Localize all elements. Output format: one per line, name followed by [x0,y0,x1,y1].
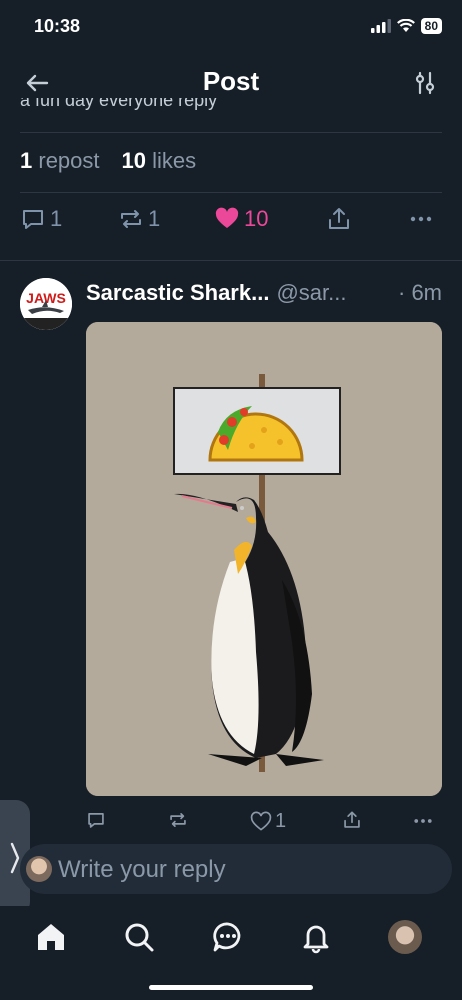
reply-count: 1 [50,206,63,231]
repost-count[interactable]: 1 repost [20,148,100,174]
avatar[interactable]: JAWS [20,278,72,330]
penguin-taco-sign-image [86,322,442,796]
wifi-icon [396,19,415,32]
post-text-cut: a fun day everyone reply [20,98,440,112]
like-button[interactable]: 10 [214,206,268,232]
divider [20,192,442,193]
home-indicator [149,985,313,990]
home-icon[interactable] [34,920,68,954]
post-image[interactable] [86,322,442,796]
repost-button[interactable]: 1 [118,206,160,232]
more-options-button[interactable] [408,206,434,232]
repost-button[interactable] [168,810,188,830]
ellipsis-icon [410,216,432,222]
post-text: a fun day everyone reply [20,98,218,110]
author-handle[interactable]: @sar... [276,280,346,306]
repost-icon [170,813,186,827]
sliders-icon[interactable] [412,70,438,96]
signal-icon [370,19,391,33]
like-button[interactable]: 1 [250,810,286,833]
bottom-tab-bar [0,906,462,1000]
post-timestamp: · 6m [398,280,442,305]
reply-button[interactable]: 1 [20,206,62,232]
reply-placeholder: Write your reply [58,856,226,883]
status-time: 10:38 [34,16,81,36]
share-icon [329,208,349,229]
status-bar: 10:38 80 [0,0,462,54]
author-name[interactable]: Sarcastic Shark... [86,280,269,306]
heart-filled-icon [215,207,239,228]
more-options-button[interactable] [412,810,434,832]
profile-avatar-tab[interactable] [388,920,422,954]
like-action-count: 10 [244,206,269,231]
reply-input[interactable]: Write your reply [20,844,452,894]
like-count: 1 [275,810,287,832]
avatar [26,856,52,882]
battery-indicator: 80 [420,18,442,34]
share-button[interactable] [342,810,362,830]
share-button[interactable] [326,206,352,232]
search-icon[interactable] [122,920,156,954]
post-actions: 1 1 10 [20,206,442,242]
reply-button[interactable] [86,810,106,830]
bell-icon[interactable] [299,920,333,954]
share-icon [344,811,360,828]
jaws-logo-avatar: JAWS [20,278,72,330]
like-count[interactable]: 10 likes [122,148,197,174]
divider [20,132,442,133]
ellipsis-icon [414,819,432,823]
heart-outline-icon [250,811,272,831]
status-icons: 80 [370,18,442,34]
post-stats: 1 repost 10 likes [20,148,196,174]
chat-icon[interactable] [211,920,245,954]
repost-action-count: 1 [148,206,161,231]
divider [0,260,462,261]
page-title: Post [202,66,260,96]
post-header: Sarcastic Shark... @sar... · 6m [86,280,442,306]
comment-icon [88,813,104,828]
repost-icon [121,210,141,228]
reply-post-actions: 1 [86,810,442,836]
comment-icon [23,210,43,229]
